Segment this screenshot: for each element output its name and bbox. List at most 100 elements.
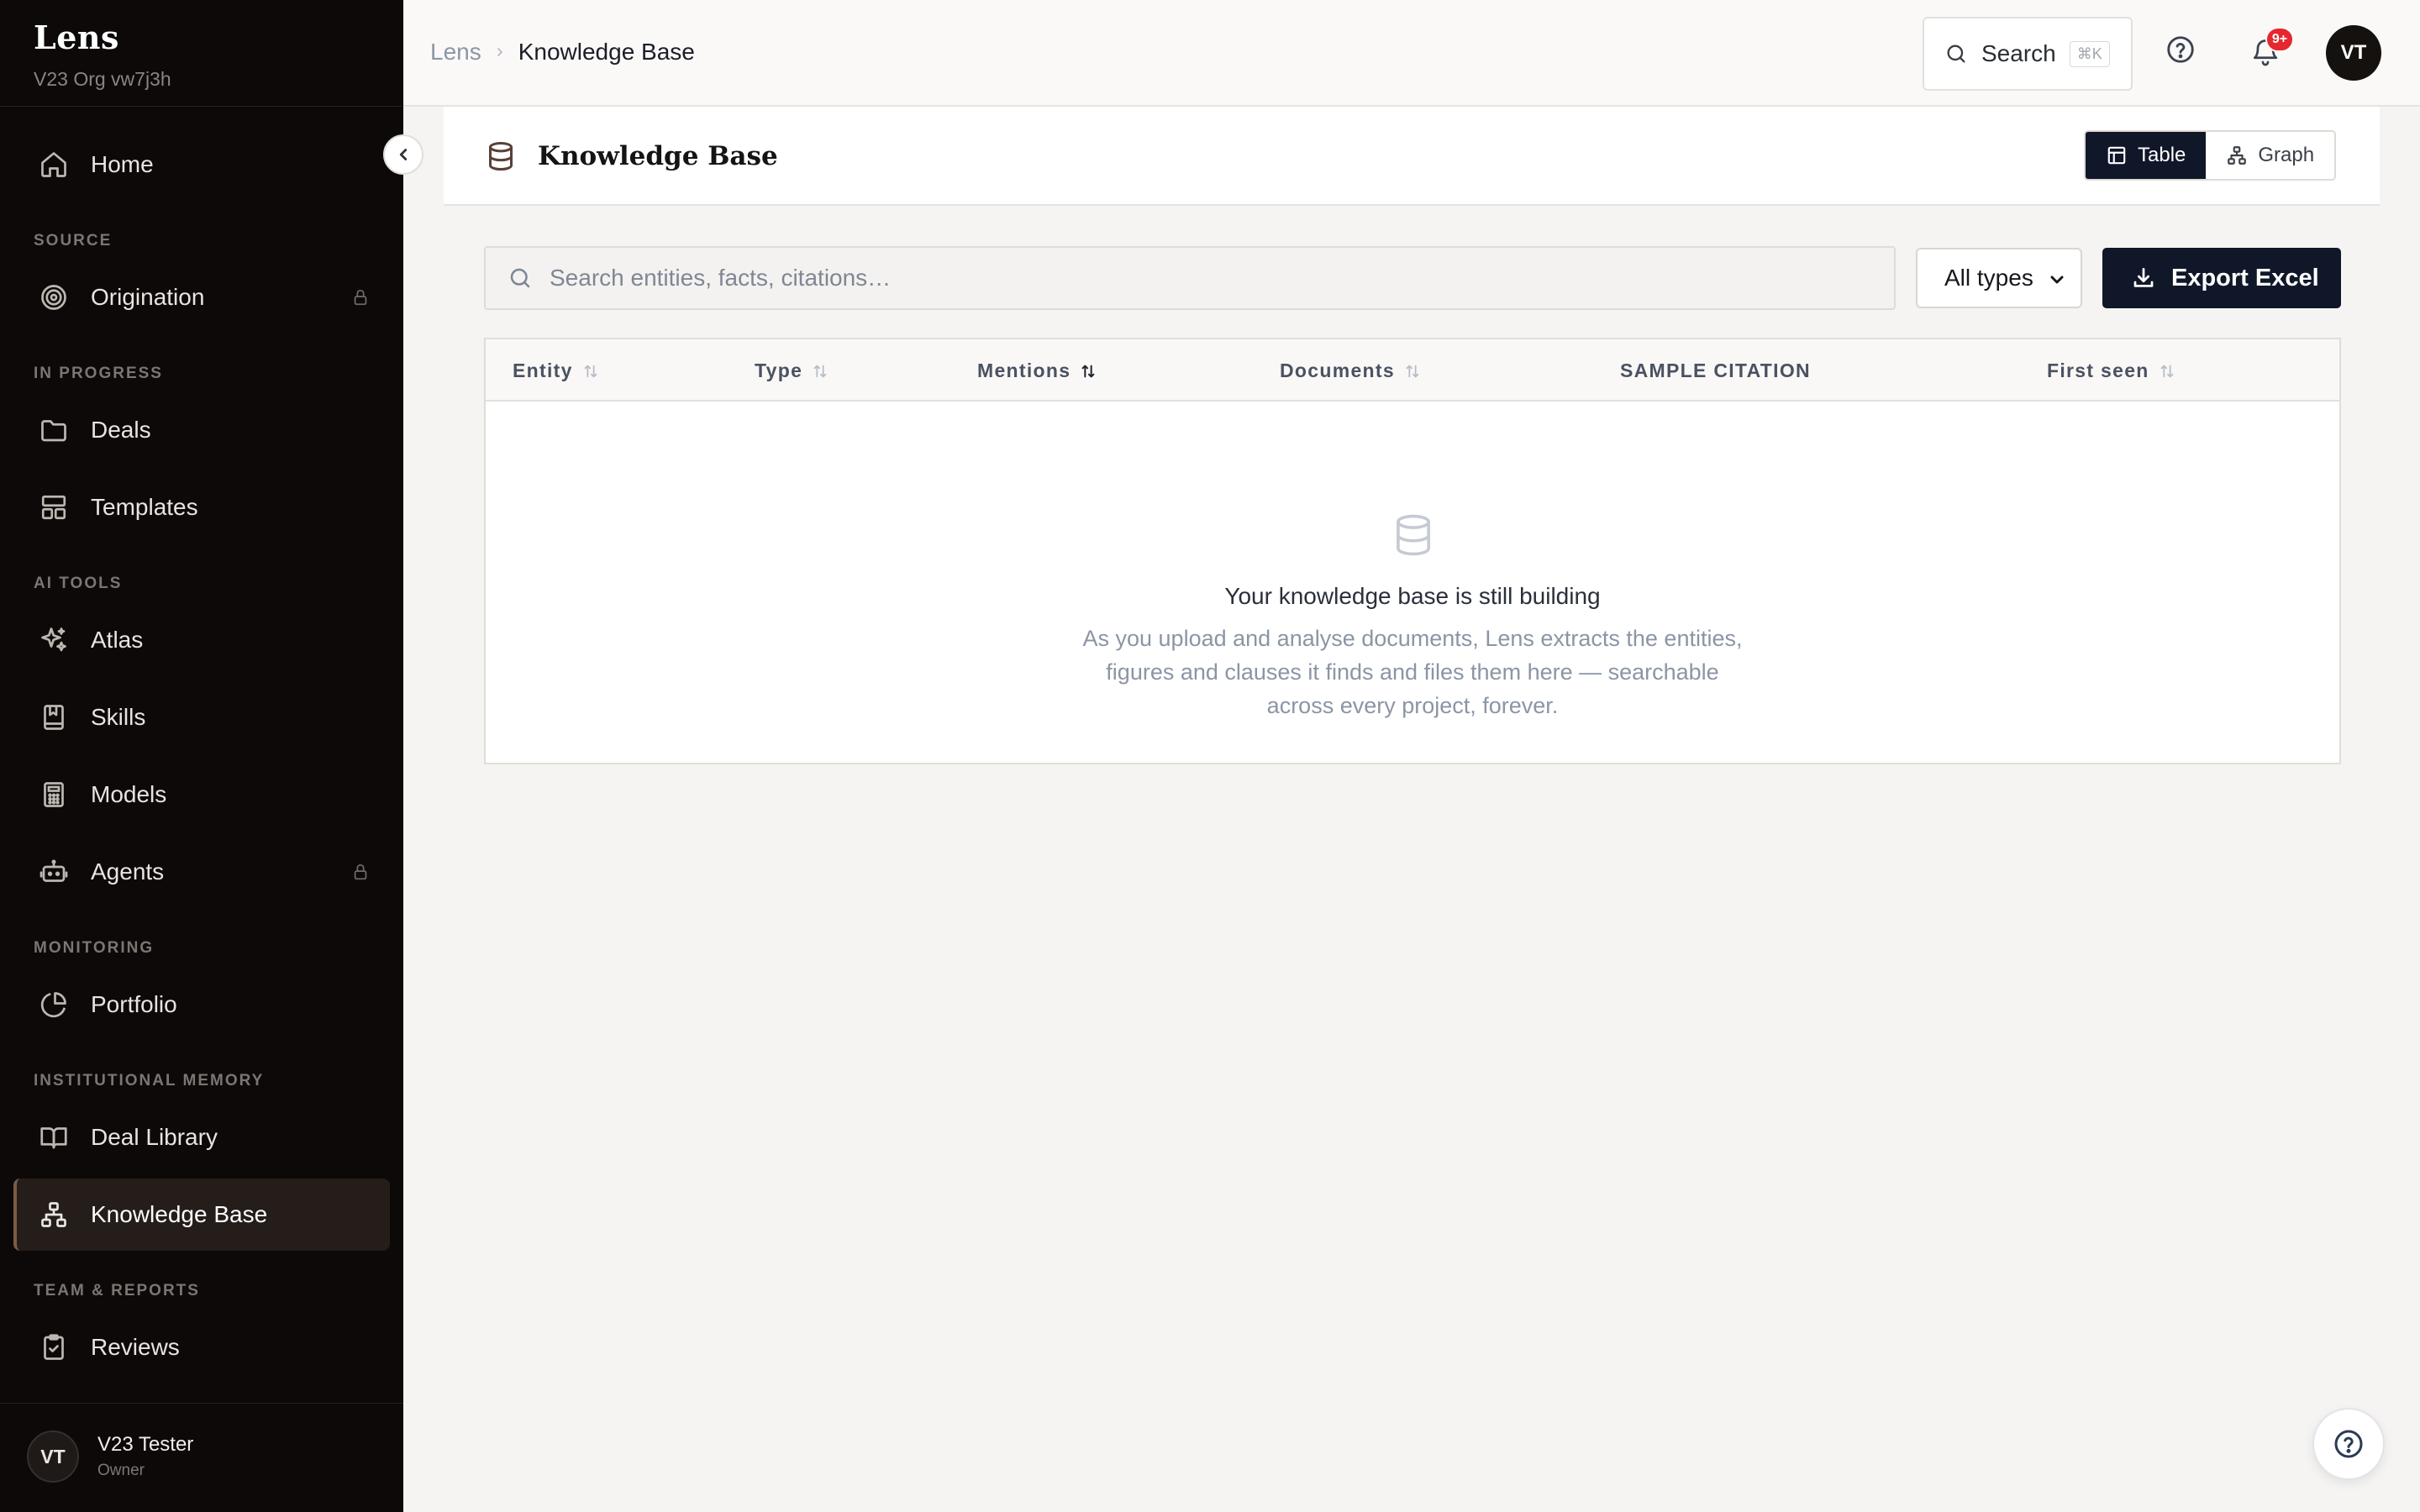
floating-help-button[interactable] xyxy=(2312,1408,2385,1480)
chevron-left-icon xyxy=(399,149,408,160)
sidebar-item-templates[interactable]: Templates xyxy=(13,471,390,543)
export-label: Export Excel xyxy=(2171,264,2319,291)
sidebar-item-label: Atlas xyxy=(91,627,144,653)
column-label: First seen xyxy=(2047,360,2149,381)
bot-icon xyxy=(37,855,71,889)
sidebar-section-institutional-memory: INSTITUTIONAL MEMORY xyxy=(34,1072,265,1089)
chevron-right-icon xyxy=(493,45,507,59)
column-label: Mentions xyxy=(977,360,1071,381)
clipboard-check-icon xyxy=(37,1331,71,1364)
topbar: Lens Knowledge Base Search ⌘K 9+ VT xyxy=(403,0,2420,107)
folder-icon xyxy=(37,413,71,447)
brand-divider xyxy=(0,106,403,107)
sidebar-item-label: Knowledge Base xyxy=(91,1201,268,1227)
network-icon xyxy=(2228,146,2247,165)
user-avatar-button[interactable]: VT xyxy=(2326,25,2381,81)
search-label: Search xyxy=(1981,40,2056,66)
empty-state: Your knowledge base is still building As… xyxy=(486,402,2339,763)
sort-icon xyxy=(813,365,827,377)
sidebar-item-label: Reviews xyxy=(91,1334,180,1360)
sidebar-item-agents[interactable]: Agents xyxy=(13,836,390,908)
avatar: VT xyxy=(27,1431,79,1483)
column-label: Type xyxy=(755,360,803,381)
knowledge-search-field[interactable] xyxy=(484,246,1896,310)
view-toggle: Table Graph xyxy=(2084,130,2337,181)
sidebar-section-team-reports: TEAM & REPORTS xyxy=(34,1282,200,1299)
sidebar-item-portfolio[interactable]: Portfolio xyxy=(13,969,390,1041)
sidebar-item-reviews[interactable]: Reviews xyxy=(13,1311,390,1383)
user-role: Owner xyxy=(97,1462,145,1479)
page-title: Knowledge Base xyxy=(538,141,778,171)
app-name: Lens xyxy=(34,18,119,56)
empty-state-title: Your knowledge base is still building xyxy=(1224,583,1601,609)
sidebar-item-label: Deal Library xyxy=(91,1124,218,1150)
sidebar-footer-divider xyxy=(0,1403,403,1404)
sidebar-item-home[interactable]: Home xyxy=(13,129,390,201)
database-icon xyxy=(1397,514,1430,556)
collapse-sidebar-button[interactable] xyxy=(383,134,424,175)
type-filter-select[interactable]: All types xyxy=(1916,248,2082,308)
table-view-button[interactable]: Table xyxy=(2086,132,2207,179)
target-icon xyxy=(37,281,71,314)
sidebar: Lens V23 Org vw7j3h Home SOURCE Originat… xyxy=(0,0,424,1512)
download-icon xyxy=(2133,268,2154,287)
graph-view-button[interactable]: Graph xyxy=(2206,132,2335,179)
sidebar-section-source: SOURCE xyxy=(34,232,113,249)
column-label: SAMPLE CITATION xyxy=(1620,360,1811,381)
main-panel: Knowledge Base Table Graph All types Exp… xyxy=(444,107,2380,1512)
table-view-label: Table xyxy=(2138,144,2186,166)
breadcrumb-root-link[interactable]: Lens xyxy=(430,39,481,66)
layout-icon xyxy=(37,491,71,524)
column-header-entity[interactable]: Entity xyxy=(513,360,600,382)
home-icon xyxy=(37,148,71,181)
sidebar-item-label: Models xyxy=(91,781,167,807)
sort-icon xyxy=(584,365,597,377)
help-button[interactable] xyxy=(2165,34,2196,66)
pie-chart-icon xyxy=(37,988,71,1021)
sidebar-item-knowledge-base[interactable]: Knowledge Base xyxy=(13,1179,390,1251)
column-header-documents[interactable]: Documents xyxy=(1280,360,1422,382)
open-book-icon xyxy=(37,1121,71,1154)
user-profile[interactable]: VT V23 Tester Owner xyxy=(27,1431,193,1483)
sidebar-section-in-progress: IN PROGRESS xyxy=(34,365,163,382)
sidebar-item-atlas[interactable]: Atlas xyxy=(13,604,390,676)
column-header-type[interactable]: Type xyxy=(755,360,829,382)
table-icon xyxy=(2107,146,2126,165)
breadcrumb: Lens Knowledge Base xyxy=(430,39,695,66)
sidebar-section-monitoring: MONITORING xyxy=(34,939,155,957)
help-circle-icon xyxy=(2167,36,2194,63)
type-filter-value: All types xyxy=(1944,265,2033,291)
sidebar-item-label: Deals xyxy=(91,417,151,443)
sidebar-item-label: Skills xyxy=(91,704,146,730)
breadcrumb-current: Knowledge Base xyxy=(518,39,695,65)
graph-view-label: Graph xyxy=(2258,144,2315,166)
user-name: V23 Tester xyxy=(97,1433,194,1456)
column-header-mentions[interactable]: Mentions xyxy=(977,360,1097,382)
org-name: V23 Org vw7j3h xyxy=(34,68,171,90)
sort-icon xyxy=(1406,365,1419,377)
sidebar-item-label: Origination xyxy=(91,284,205,310)
sidebar-section-ai-tools: AI TOOLS xyxy=(34,575,123,592)
column-header-first-seen[interactable]: First seen xyxy=(2047,360,2176,382)
column-label: Documents xyxy=(1280,360,1395,381)
export-excel-button[interactable]: Export Excel xyxy=(2102,248,2341,308)
global-search-button[interactable]: Search ⌘K xyxy=(1923,17,2133,91)
sidebar-item-origination[interactable]: Origination xyxy=(13,261,390,333)
page-header: Knowledge Base Table Graph xyxy=(444,107,2380,206)
sidebar-item-skills[interactable]: Skills xyxy=(13,681,390,753)
search-shortcut: ⌘K xyxy=(2069,40,2110,67)
sidebar-item-deals[interactable]: Deals xyxy=(13,394,390,466)
search-icon xyxy=(510,268,530,288)
page-title-wrap: Knowledge Base xyxy=(484,139,778,174)
knowledge-table: Entity Type Mentions Documents SAMPLE CI… xyxy=(484,338,2341,764)
table-header: Entity Type Mentions Documents SAMPLE CI… xyxy=(486,339,2339,402)
knowledge-search-input[interactable] xyxy=(550,265,1860,291)
sidebar-item-models[interactable]: Models xyxy=(13,759,390,831)
user-info: V23 Tester Owner xyxy=(97,1433,193,1480)
sidebar-item-label: Portfolio xyxy=(91,991,177,1017)
sidebar-item-deal-library[interactable]: Deal Library xyxy=(13,1101,390,1173)
calculator-icon xyxy=(37,778,71,811)
column-header-sample-citation: SAMPLE CITATION xyxy=(1620,360,1811,382)
notification-badge: 9+ xyxy=(2265,27,2294,52)
network-icon xyxy=(37,1198,71,1231)
